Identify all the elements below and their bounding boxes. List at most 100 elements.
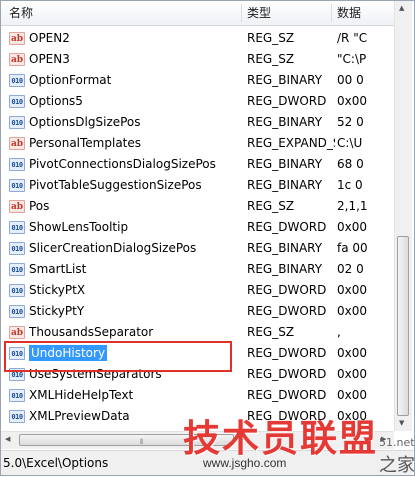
scroll-left-arrow-icon[interactable]: ◀ [5, 435, 10, 443]
value-data: 02 0 [337, 262, 364, 276]
registry-value-row[interactable]: 010 ShowLensTooltip REG_DWORD 0x00 [1, 217, 394, 238]
binary-value-icon: 010 [9, 242, 25, 255]
value-type: REG_BINARY [247, 115, 323, 129]
value-name: Options5 [29, 91, 241, 112]
column-header: 名称 类型 数据 [1, 1, 394, 26]
value-name: SmartList [29, 259, 241, 280]
value-data: , [337, 325, 341, 339]
registry-value-row[interactable]: 010 Options5 REG_DWORD 0x00 [1, 91, 394, 112]
value-name: ThousandsSeparator [29, 322, 241, 343]
value-type: REG_DWORD [247, 220, 327, 234]
value-name-text: ShowLensTooltip [29, 220, 129, 234]
value-type: REG_EXPAND_SZ [247, 136, 335, 150]
scroll-up-arrow-icon[interactable]: ▲ [399, 4, 404, 12]
binary-value-icon: 010 [9, 116, 25, 129]
binary-value-icon: 010 [9, 389, 25, 402]
value-data: 52 0 [337, 115, 364, 129]
binary-value-icon: 010 [9, 158, 25, 171]
value-type: REG_SZ [247, 199, 295, 213]
value-name: PivotTableSuggestionSizePos [29, 175, 241, 196]
value-name: OptionFormat [29, 70, 241, 91]
value-name-text: Pos [29, 199, 50, 213]
column-data-header[interactable]: 数据 [337, 1, 395, 25]
value-name: OPEN2 [29, 28, 241, 49]
value-type: REG_DWORD [247, 346, 327, 360]
registry-value-row[interactable]: ab PersonalTemplates REG_EXPAND_SZC:\U [1, 133, 394, 154]
horizontal-scroll-thumb[interactable]: ⦀ [19, 434, 234, 446]
value-name: SlicerCreationDialogSizePos [29, 238, 241, 259]
registry-value-row[interactable]: 010 OptionFormat REG_BINARY 00 0 [1, 70, 394, 91]
registry-value-row[interactable]: 010 XMLHideHelpText REG_DWORD 0x00 [1, 385, 394, 406]
registry-value-row[interactable]: 010 OptionsDlgSizePos REG_BINARY 52 0 [1, 112, 394, 133]
registry-value-row[interactable]: 010 SmartList REG_BINARY 02 0 [1, 259, 394, 280]
value-name-text: StickyPtY [29, 304, 85, 318]
column-divider[interactable] [241, 4, 242, 22]
value-data: 00 0 [337, 73, 364, 87]
vertical-scrollbar[interactable]: ▲ ▼ [394, 1, 412, 431]
value-data: 1c 0 [337, 178, 363, 192]
value-name: Pos [29, 196, 241, 217]
value-name: XMLPreviewData [29, 406, 241, 427]
binary-value-icon: 010 [9, 284, 25, 297]
value-type: REG_DWORD [247, 283, 327, 297]
value-type: REG_DWORD [247, 388, 327, 402]
string-value-icon: ab [9, 200, 25, 213]
value-name-text: OptionsDlgSizePos [29, 115, 141, 129]
registry-value-row[interactable]: 010 PivotTableSuggestionSizePos REG_BINARY… [1, 175, 394, 196]
value-name: StickyPtY [29, 301, 241, 322]
value-name-text: StickyPtX [29, 283, 86, 297]
registry-value-row[interactable]: 010 StickyPtX REG_DWORD 0x00 [1, 280, 394, 301]
value-data: 68 0 [337, 157, 364, 171]
value-data: 2,1,1 [337, 199, 368, 213]
registry-value-row[interactable]: 010 SlicerCreationDialogSizePos REG_BINARY… [1, 238, 394, 259]
value-type: REG_DWORD [247, 94, 327, 108]
value-type: REG_SZ [247, 52, 295, 66]
value-name-text: PersonalTemplates [29, 136, 142, 150]
string-value-icon: ab [9, 53, 25, 66]
binary-value-icon: 010 [9, 95, 25, 108]
value-name-text: XMLPreviewData [29, 409, 130, 423]
red-highlight-box [4, 341, 232, 372]
value-name: ShowLensTooltip [29, 217, 241, 238]
value-data: 0x00 [337, 283, 368, 297]
value-name: OPEN3 [29, 49, 241, 70]
value-name: XMLHideHelpText [29, 385, 241, 406]
value-type: REG_SZ [247, 325, 295, 339]
value-type: REG_BINARY [247, 73, 323, 87]
binary-value-icon: 010 [9, 179, 25, 192]
horizontal-scrollbar[interactable]: ◀ ⦀ ▶ [1, 431, 394, 449]
column-type-header[interactable]: 类型 [247, 1, 327, 25]
value-name-text: PivotConnectionsDialogSizePos [29, 157, 216, 171]
registry-value-row[interactable]: ab OPEN2 REG_SZ/R "C [1, 28, 394, 49]
value-type: REG_BINARY [247, 262, 323, 276]
binary-value-icon: 010 [9, 305, 25, 318]
value-name: StickyPtX [29, 280, 241, 301]
column-name-header[interactable]: 名称 [9, 1, 241, 25]
value-name-text: Options5 [29, 94, 83, 108]
value-name-text: SmartList [29, 262, 87, 276]
registry-value-row[interactable]: ab ThousandsSeparator REG_SZ, [1, 322, 394, 343]
value-type: REG_SZ [247, 31, 295, 45]
value-data: "C:\P [337, 52, 367, 66]
value-data: /R "C [337, 31, 368, 45]
column-divider[interactable] [331, 4, 332, 22]
registry-value-row[interactable]: ab OPEN3 REG_SZ "C:\P [1, 49, 394, 70]
value-name-text: ThousandsSeparator [29, 325, 154, 339]
value-data: fa 00 [337, 241, 368, 255]
value-data: 0x00 [337, 220, 368, 234]
scroll-down-arrow-icon[interactable]: ▼ [399, 419, 404, 427]
scroll-right-arrow-icon[interactable]: ▶ [381, 435, 386, 443]
value-name: PivotConnectionsDialogSizePos [29, 154, 241, 175]
value-data: 0x00 [337, 346, 368, 360]
value-data: 0x00 [337, 388, 368, 402]
value-type: REG_BINARY [247, 178, 323, 192]
value-data: 0x00 [337, 367, 368, 381]
registry-value-row[interactable]: 010 XMLPreviewData REG_DWORD 0x00 [1, 406, 394, 427]
vertical-scroll-thumb[interactable] [397, 236, 409, 416]
registry-value-row[interactable]: 010 StickyPtY REG_DWORD 0x00 [1, 301, 394, 322]
value-name-text: OPEN3 [29, 52, 70, 66]
value-data: 0x00 [337, 304, 368, 318]
registry-value-row[interactable]: 010 PivotConnectionsDialogSizePos REG_BINA… [1, 154, 394, 175]
value-type: REG_DWORD [247, 367, 327, 381]
registry-value-row[interactable]: ab Pos REG_SZ 2,1,1 [1, 196, 394, 217]
